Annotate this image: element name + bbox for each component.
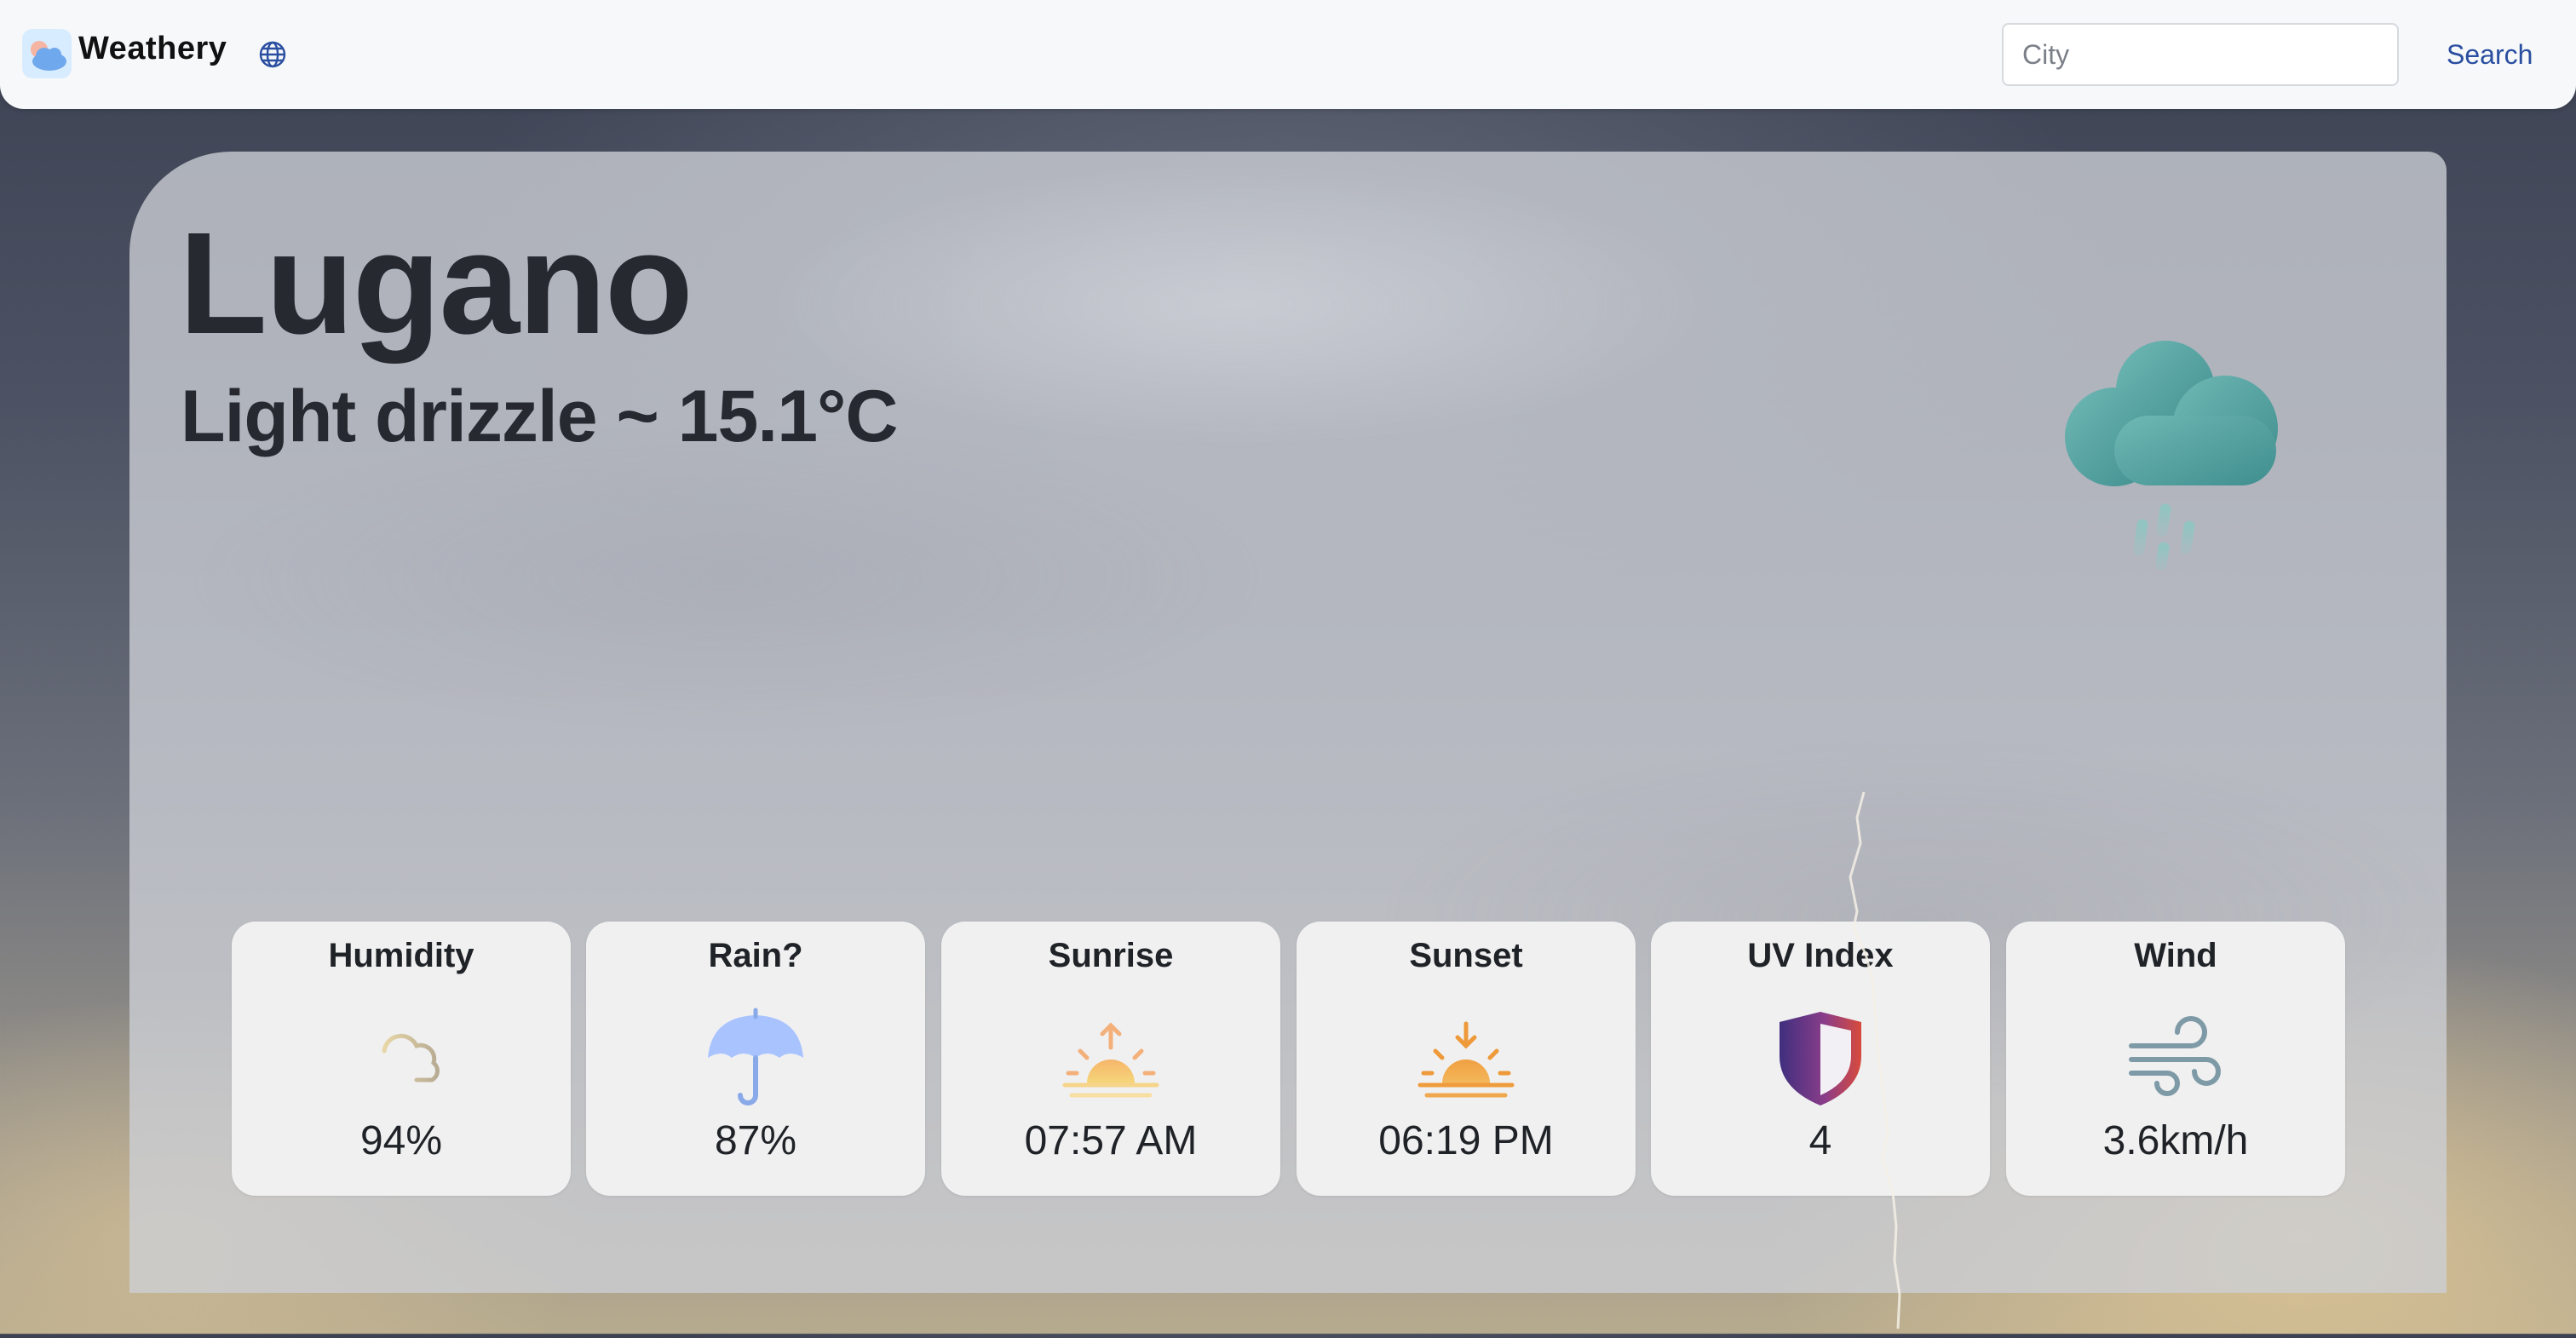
city-search-input[interactable] — [2002, 23, 2399, 86]
card-title: Wind — [2134, 937, 2217, 974]
uv-index-card: UV Index 4 — [1651, 922, 1990, 1196]
wind-icon — [2125, 1007, 2227, 1109]
cloud-drizzle-icon — [2055, 330, 2344, 603]
card-title: Sunrise — [1048, 937, 1174, 974]
globe-icon[interactable] — [257, 39, 288, 70]
rain-card: Rain? 87% — [586, 922, 925, 1196]
city-name: Lugano — [179, 203, 693, 365]
rain-value: 87% — [714, 1118, 797, 1163]
sunrise-icon — [1060, 1007, 1162, 1109]
sunset-card: Sunset 06:19 PM — [1297, 922, 1636, 1196]
lightning-decoration — [1831, 784, 1934, 1329]
card-title: Humidity — [328, 937, 474, 974]
wind-value: 3.6km/h — [2102, 1118, 2249, 1163]
weather-panel: Lugano Light drizzle ~ 15.1°C Humidity 9… — [129, 152, 2447, 1293]
umbrella-icon — [704, 1007, 807, 1109]
humidity-value: 94% — [359, 1118, 443, 1163]
card-title: Sunset — [1409, 937, 1523, 974]
card-title: Rain? — [708, 937, 803, 974]
sunset-value: 06:19 PM — [1378, 1118, 1554, 1163]
sunrise-card: Sunrise 07:57 AM — [941, 922, 1280, 1196]
card-title: UV Index — [1747, 937, 1894, 974]
app-name[interactable]: Weathery — [78, 31, 227, 67]
search-button[interactable]: Search — [2436, 31, 2543, 78]
wind-card: Wind 3.6km/h — [2006, 922, 2345, 1196]
current-conditions: Light drizzle ~ 15.1°C — [181, 376, 899, 457]
weather-stats: Humidity 94% Rain? 87% Sunrise 07:57 AM … — [232, 922, 2345, 1196]
sunset-icon — [1415, 1007, 1517, 1109]
cloud-sun-logo-icon[interactable] — [22, 29, 72, 78]
navbar: Weathery Search — [0, 0, 2576, 109]
humidity-card: Humidity 94% — [232, 922, 571, 1196]
uv-index-value: 4 — [1808, 1118, 1832, 1163]
haze-cloud-icon — [350, 1007, 452, 1109]
sunrise-value: 07:57 AM — [1024, 1118, 1198, 1163]
